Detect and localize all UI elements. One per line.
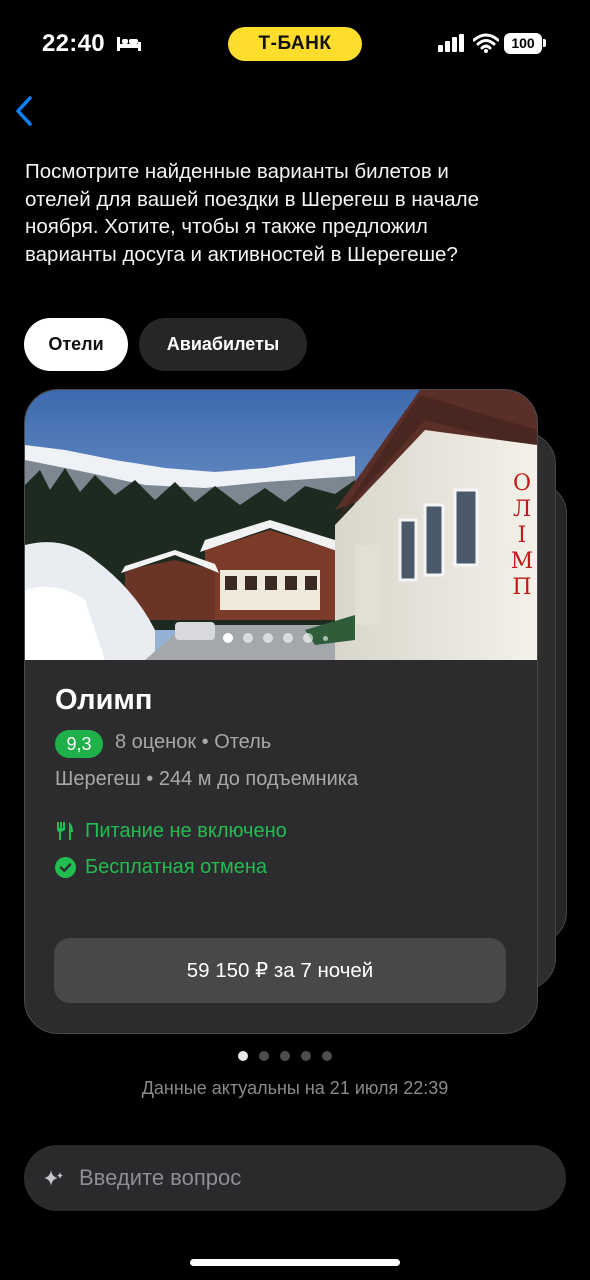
cellular-signal-icon [438,34,464,52]
data-freshness-note: Данные актуальны на 21 июля 22:39 [141,1078,449,1098]
pager-dot[interactable] [280,1051,290,1061]
photo-dot[interactable] [283,633,293,643]
hotel-photo[interactable]: О Л І М П [25,390,537,660]
card-pager[interactable] [238,1051,332,1061]
status-bar: 22:40 Т-БАНК 100 [0,0,590,88]
question-input[interactable]: Введите вопрос [24,1145,566,1211]
tab-hotels[interactable]: Отели [24,318,128,371]
photo-dot[interactable] [303,633,313,643]
svg-text:І: І [518,523,527,548]
status-time: 22:40 [42,30,105,57]
svg-text:П: П [512,575,531,600]
photo-pagination[interactable] [223,633,328,643]
photo-dot[interactable] [323,635,328,641]
feature-cancel-label: Бесплатная отмена [85,856,268,878]
fork-knife-icon [57,822,73,840]
question-placeholder: Введите вопрос [79,1165,242,1190]
photo-dot[interactable] [263,633,273,643]
price-button[interactable]: 59 150 ₽ за 7 ночей [54,938,506,1003]
back-button[interactable] [8,92,48,132]
pager-dot[interactable] [322,1051,332,1061]
tab-flights[interactable]: Авиабилеты [139,318,307,371]
photo-dot[interactable] [223,633,233,643]
sparkle-icon [44,1170,63,1186]
feature-meal-label: Питание не включено [85,820,287,842]
wifi-icon [473,33,499,53]
photo-dot[interactable] [243,633,253,643]
pager-dot[interactable] [259,1051,269,1061]
sleep-mode-icon [117,37,141,51]
hotel-meta: 8 оценок • Отель [115,731,272,753]
home-indicator[interactable] [190,1259,400,1266]
check-circle-icon [55,857,76,878]
battery-indicator: 100 [504,33,542,54]
pager-dot[interactable] [301,1051,311,1061]
chevron-left-icon [16,96,32,126]
hotel-location: Шерегеш • 244 м до подъемника [55,768,359,790]
svg-text:Л: Л [513,497,531,522]
rating-badge: 9,3 [55,730,103,758]
brand-badge: Т-БАНК [228,27,362,61]
svg-text:М: М [511,549,534,574]
svg-text:О: О [513,471,531,496]
battery-tip [543,39,546,47]
assistant-message: Посмотрите найденные варианты билетов и … [25,160,480,266]
hotel-name: Олимп [55,684,153,716]
hotel-card[interactable]: О Л І М П Олимп 9,3 8 оценок • Отель Шер… [24,389,538,1034]
pager-dot[interactable] [238,1051,248,1061]
